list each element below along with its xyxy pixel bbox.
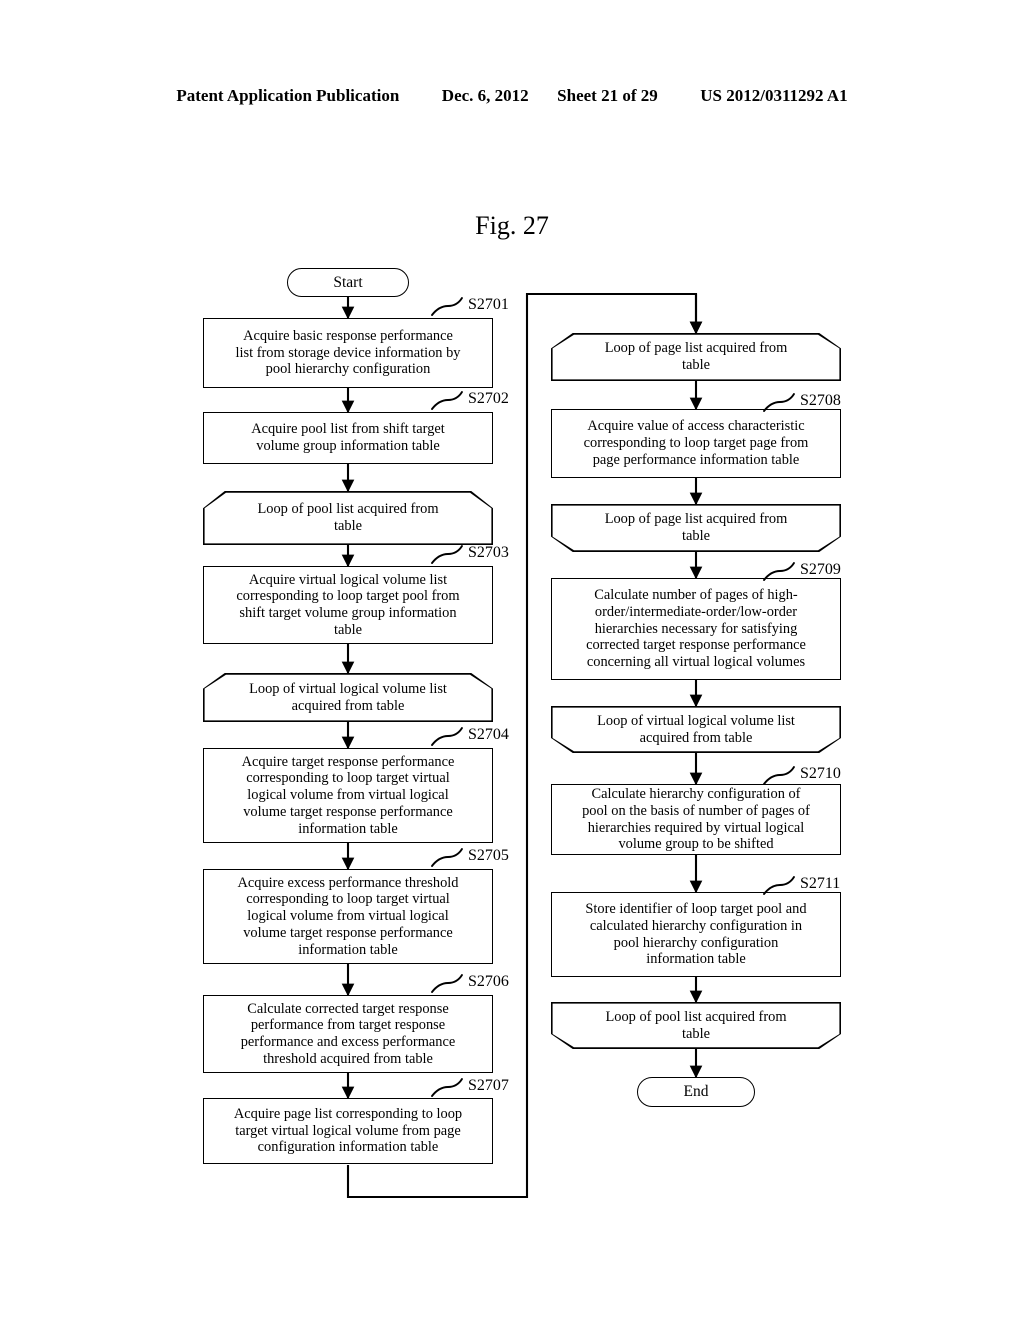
step-s2711-box: Store identifier of loop target pool and… — [551, 892, 841, 977]
end-node-label: End — [683, 1083, 709, 1101]
end-node: End — [637, 1077, 755, 1107]
loop-pool-start-text: Loop of pool list acquired from table — [257, 501, 439, 534]
loop-vlv-end-text: Loop of virtual logical volume list acqu… — [597, 712, 795, 746]
step-s2708-text: Acquire value of access characteristic c… — [583, 418, 809, 468]
step-s2701-text: Acquire basic response performance list … — [235, 327, 461, 378]
loop-page-start-text: Loop of page list acquired from table — [604, 340, 788, 373]
loop-pool-end-box: Loop of pool list acquired from table — [551, 1002, 841, 1049]
step-s2711-label: S2711 — [800, 875, 841, 892]
step-s2710-text: Calculate hierarchy configuration of poo… — [582, 786, 810, 853]
loop-pool-start-box: Loop of pool list acquired from table — [203, 491, 493, 545]
step-s2711-text: Store identifier of loop target pool and… — [585, 901, 807, 968]
step-s2705-text: Acquire excess performance threshold cor… — [237, 874, 459, 958]
step-s2704-box: Acquire target response performance corr… — [203, 748, 493, 843]
flowchart-diagram: Start Acquire basic response performance… — [0, 0, 1024, 1320]
step-s2706-text: Calculate corrected target response perf… — [240, 1000, 456, 1067]
step-s2709-label: S2709 — [800, 561, 841, 578]
step-s2703-text: Acquire virtual logical volume list corr… — [236, 571, 460, 638]
step-s2701-label: S2701 — [468, 296, 509, 313]
start-node: Start — [287, 268, 409, 297]
step-s2707-label: S2707 — [468, 1077, 509, 1094]
loop-page-end-box: Loop of page list acquired from table — [551, 504, 841, 552]
step-s2703-box: Acquire virtual logical volume list corr… — [203, 566, 493, 644]
step-s2708-label: S2708 — [800, 392, 841, 409]
step-s2702-text: Acquire pool list from shift target volu… — [251, 421, 445, 454]
step-s2710-label: S2710 — [800, 765, 841, 782]
loop-vlv-start-text: Loop of virtual logical volume list acqu… — [249, 680, 447, 714]
loop-page-start-box: Loop of page list acquired from table — [551, 333, 841, 381]
step-s2709-text: Calculate number of pages of high- order… — [586, 587, 806, 671]
step-label-leaders — [431, 297, 795, 1097]
step-s2707-box: Acquire page list corresponding to loop … — [203, 1098, 493, 1164]
loop-pool-end-text: Loop of pool list acquired from table — [605, 1008, 787, 1042]
step-s2704-label: S2704 — [468, 726, 509, 743]
step-s2703-label: S2703 — [468, 544, 509, 561]
step-s2707-text: Acquire page list corresponding to loop … — [233, 1105, 463, 1156]
loop-vlv-start-box: Loop of virtual logical volume list acqu… — [203, 673, 493, 722]
step-s2704-text: Acquire target response performance corr… — [241, 753, 455, 837]
step-s2708-box: Acquire value of access characteristic c… — [551, 409, 841, 478]
step-s2701-box: Acquire basic response performance list … — [203, 318, 493, 388]
loop-page-end-text: Loop of page list acquired from table — [604, 511, 788, 544]
step-s2710-box: Calculate hierarchy configuration of poo… — [551, 784, 841, 855]
loop-vlv-end-box: Loop of virtual logical volume list acqu… — [551, 706, 841, 753]
flowchart-connectors — [341, 292, 703, 1199]
start-node-label: Start — [333, 273, 363, 291]
step-s2702-box: Acquire pool list from shift target volu… — [203, 412, 493, 464]
step-s2702-label: S2702 — [468, 390, 509, 407]
step-s2705-box: Acquire excess performance threshold cor… — [203, 869, 493, 964]
step-s2709-box: Calculate number of pages of high- order… — [551, 578, 841, 680]
step-s2706-label: S2706 — [468, 973, 509, 990]
step-s2706-box: Calculate corrected target response perf… — [203, 995, 493, 1073]
step-s2705-label: S2705 — [468, 847, 509, 864]
